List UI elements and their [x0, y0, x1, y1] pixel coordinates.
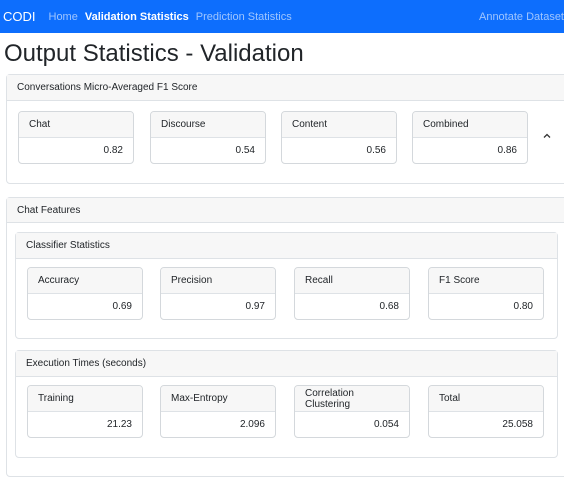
stat-accuracy: Accuracy 0.69 — [27, 267, 143, 320]
stat-recall: Recall 0.68 — [294, 267, 410, 320]
stat-label: Chat — [19, 112, 133, 138]
stat-label: Accuracy — [28, 268, 142, 294]
chevron-up-icon[interactable] — [540, 130, 554, 144]
chevron-up-icon-glyph — [543, 133, 551, 138]
stat-training: Training 21.23 — [27, 385, 143, 438]
stat-label: Total — [429, 386, 543, 412]
stat-value: 0.69 — [112, 301, 132, 312]
navbar: CODI Home Validation Statistics Predicti… — [0, 0, 564, 33]
nav-annotate-link[interactable]: Annotate Dataset — [479, 11, 564, 23]
execution-times-header: Execution Times (seconds) — [16, 351, 557, 377]
classifier-statistics-header: Classifier Statistics — [16, 233, 557, 259]
stat-correlation-clustering: Correlation Clustering 0.054 — [294, 385, 410, 438]
stat-value: 0.82 — [103, 145, 123, 156]
stat-label: Training — [28, 386, 142, 412]
f1-score-card-header: Conversations Micro-Averaged F1 Score — [7, 75, 564, 101]
stat-value: 21.23 — [106, 419, 132, 430]
brand-link[interactable]: CODI — [3, 9, 36, 24]
stat-label: Max-Entropy — [161, 386, 275, 412]
stat-label: Correlation Clustering — [295, 386, 409, 412]
stat-label: Precision — [161, 268, 275, 294]
chat-features-card-header: Chat Features — [7, 198, 564, 223]
stat-combined: Combined 0.86 — [412, 111, 528, 164]
stat-value: 0.80 — [513, 301, 533, 312]
stat-label: Discourse — [151, 112, 265, 138]
stat-label: Recall — [295, 268, 409, 294]
stat-value: 0.68 — [379, 301, 399, 312]
stat-value: 0.054 — [373, 419, 399, 430]
stat-value: 0.97 — [245, 301, 265, 312]
stat-f1-score: F1 Score 0.80 — [428, 267, 544, 320]
page-title: Output Statistics - Validation — [4, 40, 304, 67]
stat-max-entropy: Max-Entropy 2.096 — [160, 385, 276, 438]
stat-discourse: Discourse 0.54 — [150, 111, 266, 164]
nav-validation-link[interactable]: Validation Statistics — [85, 11, 189, 23]
stat-value: 0.54 — [235, 145, 255, 156]
stat-content: Content 0.56 — [281, 111, 397, 164]
nav-prediction-link[interactable]: Prediction Statistics — [196, 11, 292, 23]
stat-label: F1 Score — [429, 268, 543, 294]
stat-label: Combined — [413, 112, 527, 138]
stat-value: 0.56 — [366, 145, 386, 156]
stat-total: Total 25.058 — [428, 385, 544, 438]
stat-label: Content — [282, 112, 396, 138]
stat-value: 0.86 — [497, 145, 517, 156]
stat-value: 2.096 — [239, 419, 265, 430]
nav-home-link[interactable]: Home — [49, 11, 78, 23]
stat-precision: Precision 0.97 — [160, 267, 276, 320]
stat-value: 25.058 — [502, 419, 533, 430]
stat-chat: Chat 0.82 — [18, 111, 134, 164]
